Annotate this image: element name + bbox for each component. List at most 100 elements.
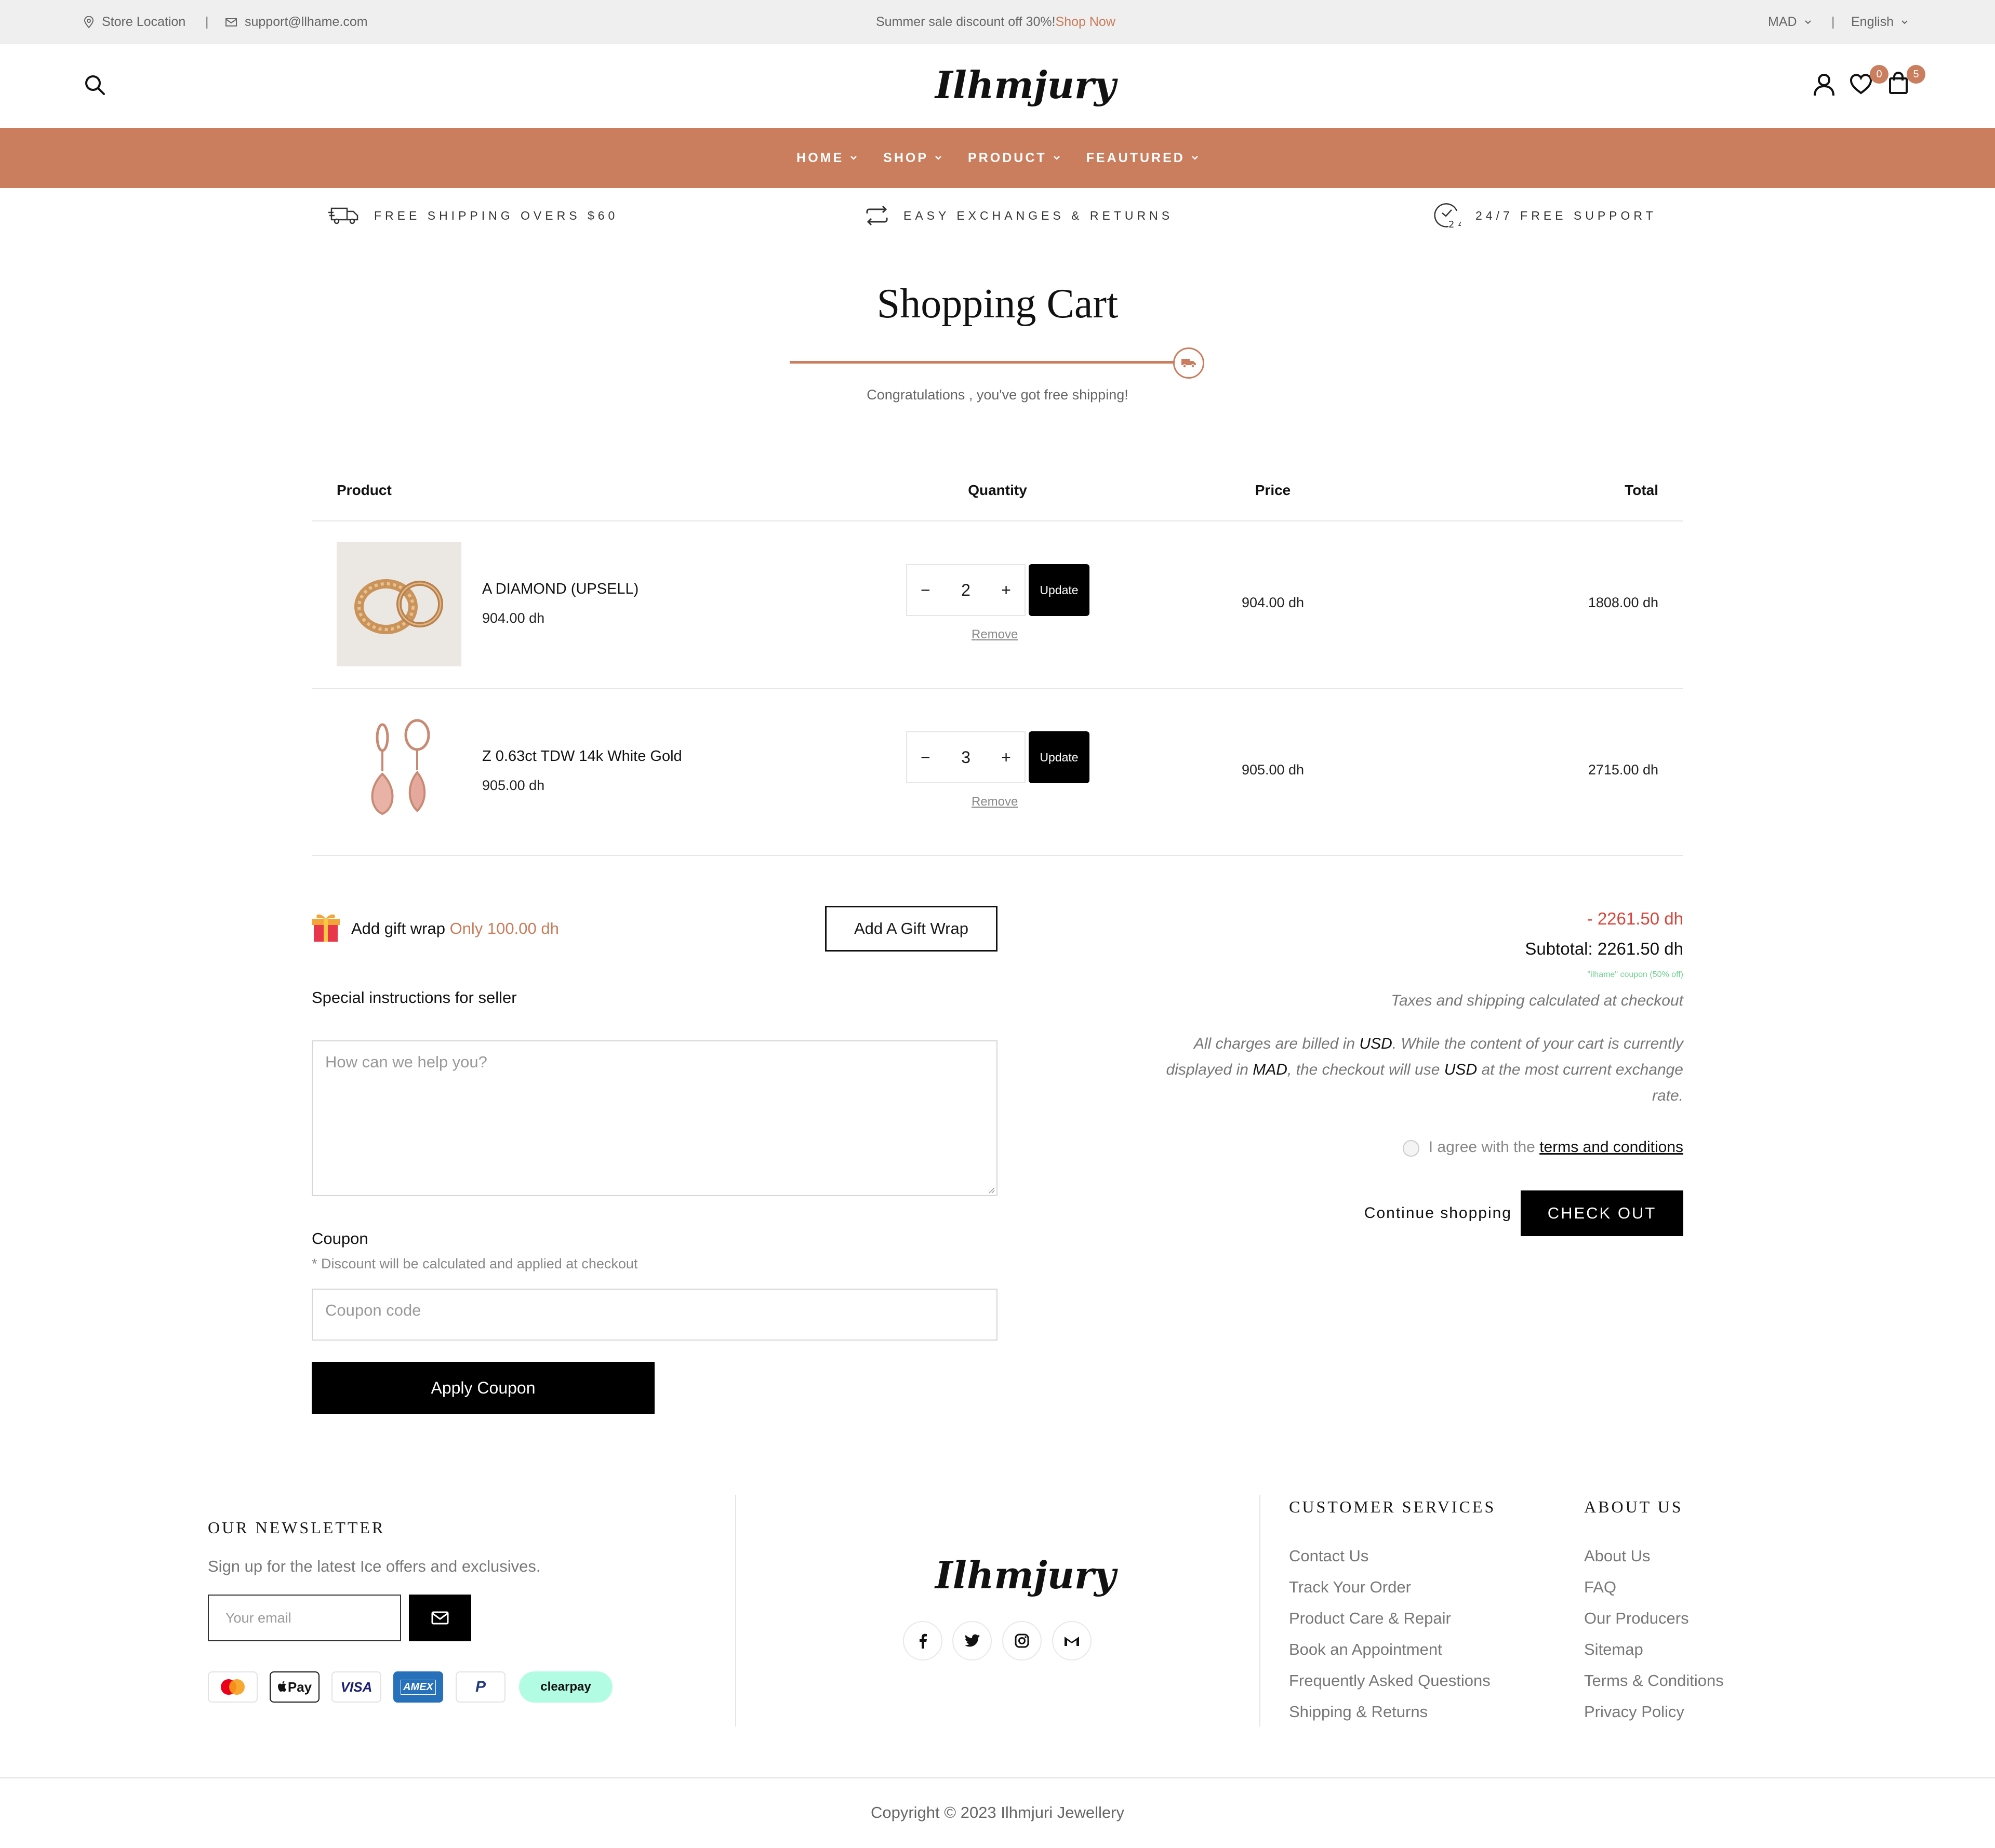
- decrease-quantity-button[interactable]: −: [921, 748, 930, 767]
- increase-quantity-button[interactable]: +: [1001, 581, 1011, 600]
- footer-link-book-appointment[interactable]: Book an Appointment: [1289, 1640, 1442, 1659]
- user-icon[interactable]: [1813, 73, 1835, 97]
- clearpay-icon: clearpay: [519, 1671, 613, 1703]
- facebook-icon: [920, 1633, 927, 1649]
- footer-link-track-order[interactable]: Track Your Order: [1289, 1578, 1411, 1597]
- svg-text:24: 24: [1448, 219, 1461, 230]
- mail-icon: [431, 1611, 449, 1625]
- footer-link-shipping-returns[interactable]: Shipping & Returns: [1289, 1703, 1428, 1721]
- language-label: English: [1851, 15, 1894, 29]
- product-name[interactable]: Z 0.63ct TDW 14k White Gold: [482, 748, 682, 765]
- store-location-link[interactable]: Store Location: [83, 0, 185, 44]
- table-divider: [312, 520, 1683, 521]
- update-button[interactable]: Update: [1029, 731, 1089, 783]
- chevron-down-icon: [935, 156, 941, 160]
- apple-logo-icon: [277, 1681, 286, 1692]
- footer-link-sitemap[interactable]: Sitemap: [1584, 1640, 1643, 1659]
- nav-item-featured[interactable]: FEAUTURED: [1086, 151, 1199, 166]
- feature-exchanges: EASY EXCHANGES & RETURNS: [865, 203, 1173, 229]
- gift-wrap-text: Add gift wrap Only 100.00 dh: [351, 919, 559, 938]
- newsletter-email-input[interactable]: Your email: [208, 1595, 401, 1641]
- product-image-earrings[interactable]: [337, 709, 461, 834]
- remove-link[interactable]: Remove: [972, 795, 1018, 809]
- free-shipping-progress-fill: [790, 361, 1177, 364]
- earrings-image: [337, 709, 461, 834]
- product-image-rings[interactable]: [337, 542, 461, 666]
- nav-item-home[interactable]: HOME: [796, 151, 857, 166]
- resize-handle-icon[interactable]: [987, 1186, 995, 1194]
- twitter-icon: [964, 1634, 980, 1647]
- amex-label: AMEX: [401, 1679, 436, 1695]
- language-selector[interactable]: English: [1851, 0, 1908, 44]
- main-nav: HOME SHOP PRODUCT FEAUTURED: [0, 128, 1995, 188]
- footer-link-contact-us[interactable]: Contact Us: [1289, 1547, 1368, 1565]
- quantity-value[interactable]: 2: [961, 581, 970, 600]
- footer-link-our-producers[interactable]: Our Producers: [1584, 1609, 1689, 1628]
- footer-link-terms[interactable]: Terms & Conditions: [1584, 1671, 1724, 1690]
- nav-item-label: PRODUCT: [968, 150, 1047, 165]
- heart-icon[interactable]: [1850, 74, 1872, 95]
- display-currency: MAD: [1253, 1061, 1287, 1078]
- support-email-label: support@llhame.com: [245, 15, 368, 29]
- quantity-stepper: − 2 +: [906, 564, 1026, 616]
- nav-item-product[interactable]: PRODUCT: [968, 151, 1060, 166]
- mail-icon: [225, 18, 237, 26]
- footer-link-about-us[interactable]: About Us: [1584, 1547, 1651, 1565]
- nav-item-label: FEAUTURED: [1086, 150, 1185, 165]
- apple-pay-label: Pay: [287, 1679, 312, 1695]
- column-header-total: Total: [1625, 482, 1658, 498]
- gmail-icon: [1065, 1637, 1079, 1646]
- mastercard-logo: [221, 1679, 245, 1695]
- footer-link-product-care[interactable]: Product Care & Repair: [1289, 1609, 1451, 1628]
- site-logo[interactable]: Ilhmjury: [935, 63, 1116, 107]
- search-icon[interactable]: [83, 73, 106, 96]
- instagram-button[interactable]: [1002, 1621, 1042, 1660]
- twitter-button[interactable]: [952, 1621, 992, 1660]
- support-email-link[interactable]: support@llhame.com: [225, 0, 368, 44]
- decrease-quantity-button[interactable]: −: [921, 581, 930, 600]
- paypal-label: P: [475, 1678, 486, 1695]
- update-button[interactable]: Update: [1029, 564, 1089, 616]
- footer-link-faq-short[interactable]: FAQ: [1584, 1578, 1616, 1597]
- footer-link-privacy[interactable]: Privacy Policy: [1584, 1703, 1684, 1721]
- subtotal: Subtotal: 2261.50 dh: [1525, 939, 1683, 958]
- currency-selector[interactable]: MAD: [1768, 0, 1812, 44]
- instructions-textarea[interactable]: How can we help you?: [312, 1040, 998, 1196]
- gift-wrap-price: Only 100.00 dh: [449, 919, 559, 938]
- rings-image: [337, 542, 461, 666]
- item-total: 2715.00 dh: [1588, 762, 1658, 778]
- coupon-code-input[interactable]: Coupon code: [312, 1289, 998, 1341]
- apply-coupon-button[interactable]: Apply Coupon: [312, 1362, 655, 1414]
- footer-divider: [735, 1495, 736, 1726]
- nav-item-shop[interactable]: SHOP: [883, 151, 942, 166]
- product-unit-price: 905.00 dh: [482, 778, 545, 793]
- newsletter-submit-button[interactable]: [409, 1595, 471, 1641]
- quantity-value[interactable]: 3: [961, 748, 970, 767]
- visa-label: VISA: [340, 1679, 373, 1695]
- support-24-icon: 24: [1434, 203, 1461, 230]
- shopping-bag-icon[interactable]: [1888, 71, 1909, 95]
- feature-support: 24 24/7 FREE SUPPORT: [1433, 203, 1657, 230]
- checkout-button[interactable]: CHECK OUT: [1521, 1190, 1683, 1236]
- continue-shopping-link[interactable]: Continue shopping: [1340, 1190, 1512, 1236]
- increase-quantity-button[interactable]: +: [1001, 748, 1011, 767]
- gmail-button[interactable]: [1052, 1621, 1092, 1660]
- discount-amount: - 2261.50 dh: [1587, 909, 1683, 928]
- copyright: Copyright © 2023 Ilhmjuri Jewellery: [870, 1803, 1125, 1822]
- footer-logo[interactable]: Ilhmjury: [935, 1553, 1116, 1597]
- currency-label: MAD: [1768, 15, 1797, 29]
- facebook-button[interactable]: [903, 1621, 942, 1660]
- about-us-title: ABOUT US: [1584, 1497, 1683, 1516]
- table-divider: [312, 855, 1683, 856]
- newsletter-text: Sign up for the latest Ice offers and ex…: [208, 1557, 541, 1575]
- remove-link[interactable]: Remove: [972, 627, 1018, 642]
- chevron-down-icon: [850, 156, 857, 160]
- shop-now-link[interactable]: Shop Now: [1056, 15, 1115, 30]
- chevron-down-icon: [1053, 156, 1060, 160]
- terms-link[interactable]: terms and conditions: [1539, 1139, 1683, 1156]
- add-gift-wrap-button[interactable]: Add A Gift Wrap: [825, 906, 998, 952]
- terms-checkbox[interactable]: [1403, 1140, 1419, 1157]
- cart-count-badge: 5: [1907, 65, 1925, 84]
- product-name[interactable]: A DIAMOND (UPSELL): [482, 581, 639, 598]
- footer-link-faq[interactable]: Frequently Asked Questions: [1289, 1671, 1491, 1690]
